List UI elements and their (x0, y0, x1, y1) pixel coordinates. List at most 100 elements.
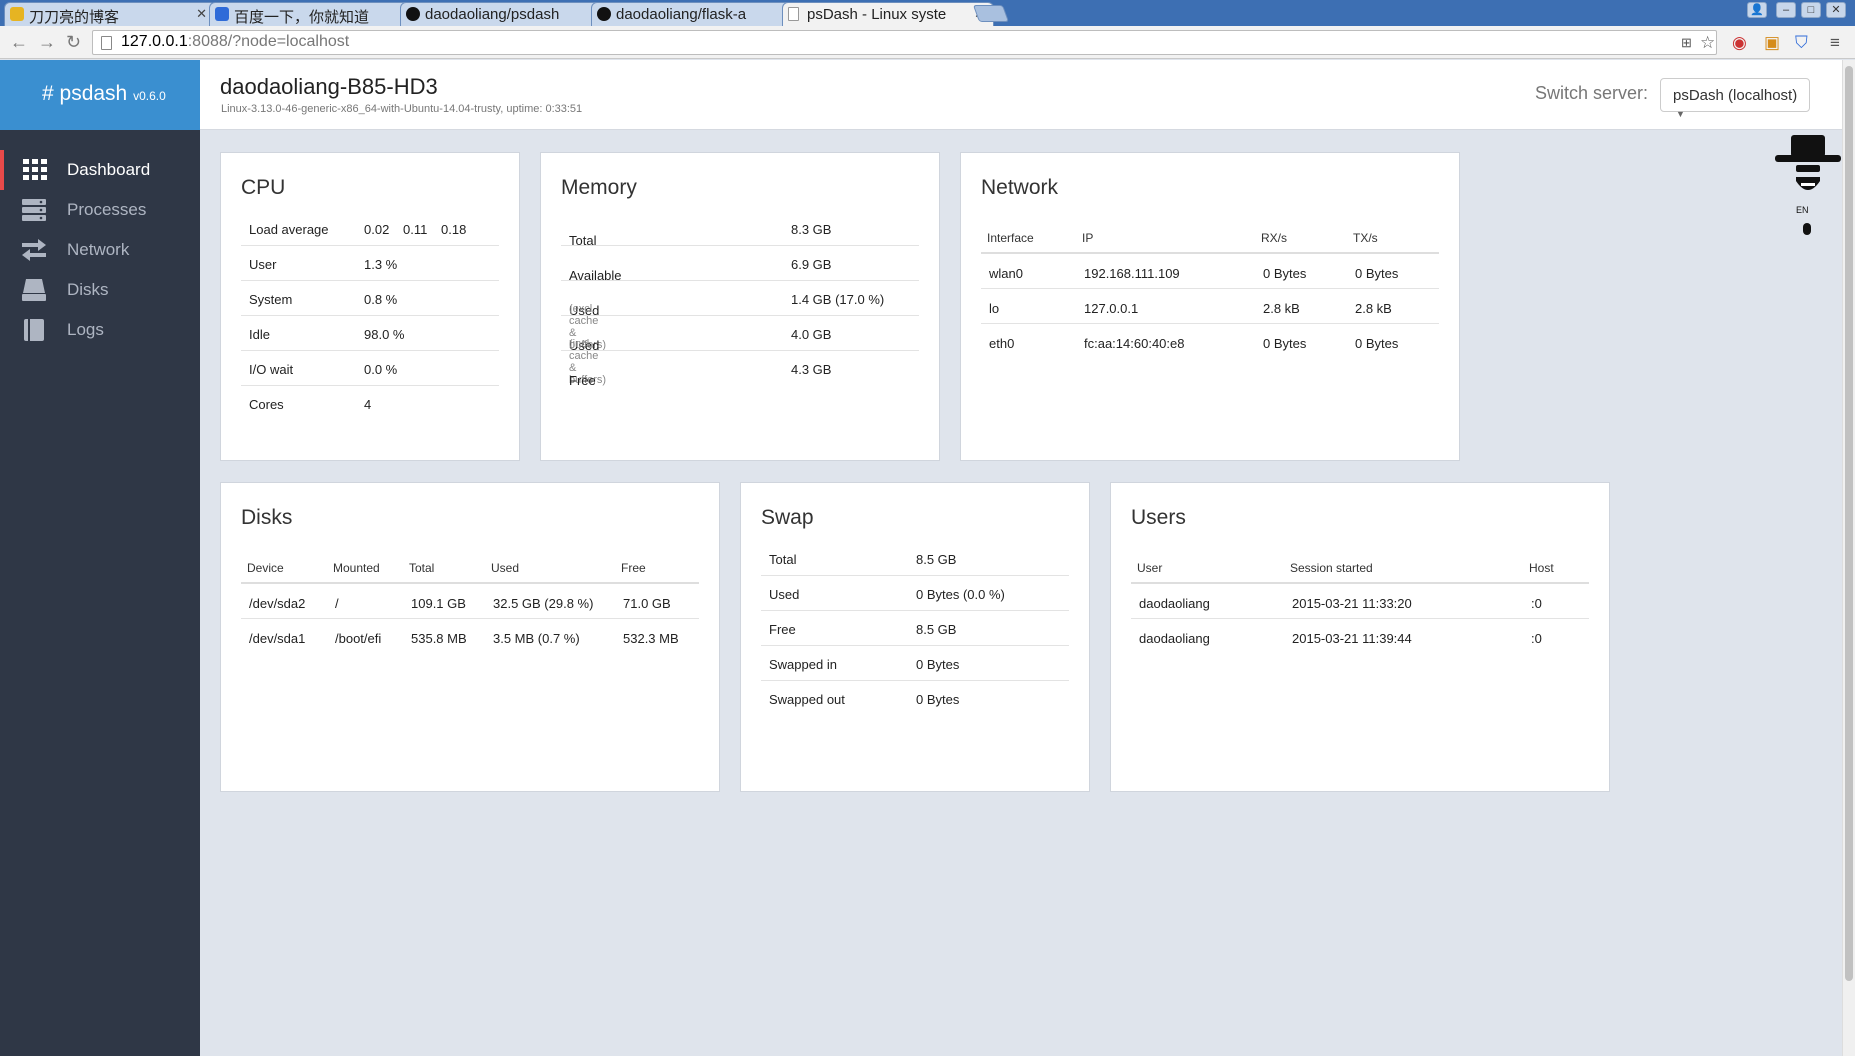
sidebar-item-label: Network (67, 240, 130, 259)
table-header: Interface IP RX/s TX/s (981, 211, 1439, 254)
sidebar-item-processes[interactable]: Processes (0, 190, 200, 230)
cpu-row: Idle 98.0 % (241, 316, 499, 351)
memory-row: Used (excl. cache & buffers) 1.4 GB (17.0… (561, 281, 919, 351)
cell-used: 3.5 MB (0.7 %) (493, 631, 580, 646)
cpu-table: Load average 0.02 0.11 0.18 User 1.3 % Sy… (241, 211, 499, 421)
browser-tab[interactable]: 刀刀亮的博客 ✕ (4, 2, 216, 26)
user-profile-icon[interactable]: 👤 (1747, 2, 1767, 18)
page-icon (101, 36, 112, 50)
minimize-button[interactable]: – (1776, 2, 1796, 18)
server-select[interactable]: psDash (localhost) ▼ (1660, 78, 1810, 119)
cell-mounted: / (335, 596, 339, 611)
sidebar-item-disks[interactable]: Disks (0, 270, 200, 310)
extension-icon[interactable]: ▣ (1764, 33, 1780, 53)
sidebar-item-dashboard[interactable]: Dashboard (0, 150, 200, 190)
swap-row: Swapped out 0 Bytes (761, 681, 1069, 716)
column-header: TX/s (1353, 231, 1378, 245)
row-value: 0 Bytes (916, 692, 960, 707)
swap-row: Free 8.5 GB (761, 611, 1069, 646)
cpu-row: Cores 4 (241, 386, 499, 421)
cell-host: :0 (1531, 631, 1542, 646)
memory-row: Available 6.9 GB (561, 246, 919, 283)
cell-total: 535.8 MB (411, 631, 467, 646)
row-value: 8.3 GB (791, 222, 832, 237)
extension-icon[interactable]: ◉ (1732, 33, 1747, 53)
browser-tab[interactable]: daodaoliang/flask-a ✕ (591, 2, 803, 26)
row-label: Swapped in (769, 657, 837, 672)
cell-interface: eth0 (989, 336, 1015, 351)
swap-table: Total 8.5 GB Used 0 Bytes (0.0 %) Free 8.5 … (761, 541, 1069, 716)
address-bar[interactable]: 127.0.0.1:8088/?node=localhost (92, 30, 1717, 55)
swap-row: Swapped in 0 Bytes (761, 646, 1069, 681)
tab-title: 刀刀亮的博客 (29, 9, 120, 26)
browser-tab-active[interactable]: psDash - Linux syste ✕ (782, 2, 994, 27)
swap-panel: Swap Total 8.5 GB Used 0 Bytes (0.0 %) Fre… (740, 482, 1090, 792)
row-label: I/O wait (249, 362, 294, 377)
bookmark-star-icon[interactable]: ☆ (1700, 33, 1715, 53)
cell-device: /dev/sda1 (249, 631, 306, 646)
panel-title: Swap (761, 506, 814, 529)
panel-title: Network (981, 176, 1059, 199)
maximize-button[interactable]: □ (1801, 2, 1821, 18)
panel-title: Memory (561, 176, 637, 199)
reload-icon[interactable]: ↻ (66, 32, 81, 53)
table-header: User Session started Host (1131, 541, 1589, 584)
brand[interactable]: # psdash v0.6.0 (0, 60, 200, 130)
microphone-icon (1803, 223, 1811, 235)
browser-tab[interactable]: daodaoliang/psdash ✕ (400, 2, 612, 26)
scrollbar-thumb[interactable] (1845, 66, 1853, 981)
sidebar-item-logs[interactable]: Logs (0, 310, 200, 350)
back-icon[interactable]: ← (10, 32, 28, 53)
browser-tab[interactable]: 百度一下，你就知道 ✕ (209, 2, 421, 26)
row-value: 0 Bytes (916, 657, 960, 672)
table-row: wlan0 192.168.111.109 0 Bytes 0 Bytes (981, 254, 1439, 289)
column-header: Total (409, 561, 435, 575)
server-list-icon (22, 199, 46, 221)
new-tab-button[interactable] (972, 5, 1010, 22)
column-header: Interface (987, 231, 1034, 245)
row-value: 1.4 GB (17.0 %) (791, 292, 885, 307)
cpu-panel: CPU Load average 0.02 0.11 0.18 User 1.3 … (220, 152, 520, 461)
close-window-button[interactable]: ✕ (1826, 2, 1846, 18)
browser-toolbar: ← → ↻ 127.0.0.1:8088/?node=localhost ⊞ ☆… (0, 26, 1855, 59)
url-host: 127.0.0.1 (121, 33, 188, 50)
translate-icon[interactable]: ⊞ (1681, 35, 1692, 51)
cell-mounted: /boot/efi (335, 631, 382, 646)
drive-icon (22, 279, 46, 301)
sidebar-item-label: Logs (67, 320, 104, 339)
book-icon (24, 319, 44, 341)
sidebar-item-network[interactable]: Network (0, 230, 200, 270)
shield-extension-icon[interactable]: ⛉ (1795, 33, 1808, 53)
cpu-row: User 1.3 % (241, 246, 499, 281)
cell-rx: 2.8 kB (1263, 301, 1300, 316)
menu-icon[interactable]: ≡ (1830, 33, 1840, 53)
floating-extension-widget[interactable]: EN (1775, 135, 1841, 243)
row-label: User (249, 257, 277, 272)
forward-icon[interactable]: → (38, 32, 56, 53)
row-label: Swapped out (769, 692, 845, 707)
cpu-row: I/O wait 0.0 % (241, 351, 499, 386)
cell-ip: 127.0.0.1 (1084, 301, 1139, 316)
row-value: 4.3 GB (791, 362, 832, 377)
tab-title: 百度一下，你就知道 (234, 9, 370, 26)
page-title: daodaoliang-B85-HD3 (220, 74, 438, 99)
column-header: Session started (1290, 561, 1373, 575)
page-favicon-icon (788, 7, 799, 21)
cell-tx: 0 Bytes (1355, 266, 1399, 281)
server-select-value: psDash (localhost) (1673, 87, 1798, 104)
cell-ip: 192.168.111.109 (1084, 266, 1180, 281)
memory-row: Total 8.3 GB (561, 211, 919, 248)
cell-session-started: 2015-03-21 11:33:20 (1292, 596, 1412, 611)
row-value: 4 (364, 397, 372, 412)
exchange-arrows-icon (22, 239, 46, 261)
table-row: lo 127.0.0.1 2.8 kB 2.8 kB (981, 289, 1439, 324)
memory-row: Used (incl. cache & buffers) 4.0 GB (561, 316, 919, 386)
close-icon[interactable]: ✕ (196, 6, 207, 22)
page-scrollbar[interactable] (1842, 60, 1855, 1056)
memory-panel: Memory Total 8.3 GB Available 6.9 GB Used … (540, 152, 940, 461)
cell-rx: 0 Bytes (1263, 266, 1307, 281)
table-row: daodaoliang 2015-03-21 11:39:44 :0 (1131, 619, 1589, 654)
cell-interface: wlan0 (989, 266, 1023, 281)
cell-session-started: 2015-03-21 11:39:44 (1292, 631, 1412, 646)
table-row: eth0 fc:aa:14:60:40:e8 0 Bytes 0 Bytes (981, 324, 1439, 359)
